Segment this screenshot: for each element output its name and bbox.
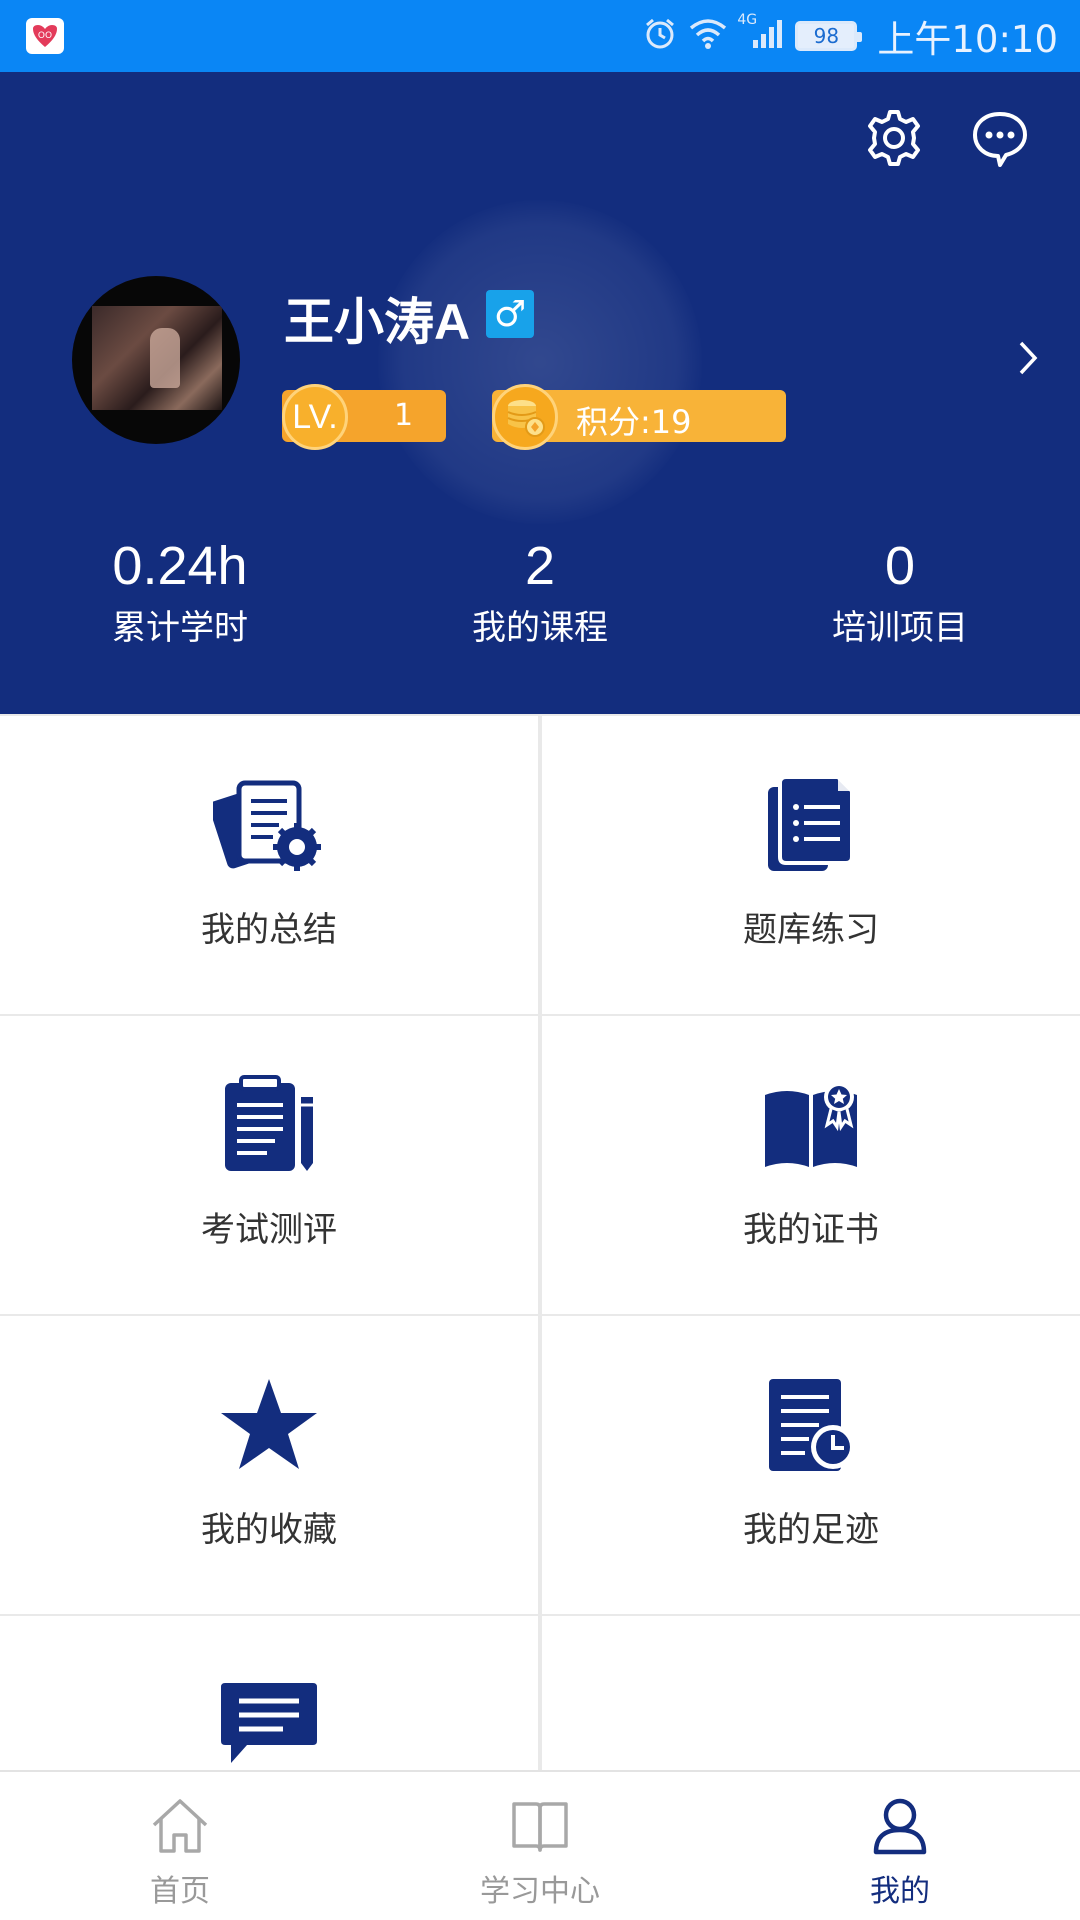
menu-item-question-bank[interactable]: 题库练习 — [542, 716, 1080, 1014]
chevron-right-icon — [1019, 341, 1038, 375]
stat-study-hours[interactable]: 0.24h 累计学时 — [30, 534, 330, 652]
svg-text:OO: OO — [38, 31, 52, 41]
menu-item-label: 我的总结 — [201, 910, 337, 950]
coin-stack-icon — [492, 384, 558, 450]
gear-icon — [868, 110, 920, 166]
menu-item-certificate[interactable]: 我的证书 — [542, 1016, 1080, 1314]
menu-item-history[interactable]: 我的足迹 — [542, 1316, 1080, 1614]
stat-value: 0.24h — [112, 536, 248, 596]
summary-icon — [209, 770, 329, 880]
nav-label: 我的 — [870, 1874, 930, 1909]
header-decoration — [378, 200, 702, 524]
settings-button[interactable] — [862, 106, 926, 170]
level-indicator: LV. 1 — [282, 384, 446, 450]
user-name: 王小涛A — [284, 294, 471, 350]
menu-item-label: 考试测评 — [201, 1210, 337, 1250]
avatar-figure — [150, 328, 180, 388]
nav-item-me[interactable]: 我的 — [720, 1772, 1080, 1920]
question-bank-icon — [751, 770, 871, 880]
gender-male-icon: ♂ — [486, 290, 534, 338]
profile-detail-button[interactable] — [1012, 334, 1044, 382]
cellular-signal-icon: 4G — [737, 12, 783, 54]
battery-indicator: 98 — [795, 21, 863, 51]
menu-item-label: 我的足迹 — [743, 1510, 879, 1550]
chat-bubble-icon — [973, 112, 1027, 167]
points-label: 积分:19 — [576, 403, 692, 441]
menu-item-label: 我的收藏 — [201, 1510, 337, 1550]
stat-label: 我的课程 — [472, 608, 608, 648]
level-value: 1 — [394, 398, 414, 433]
bottom-navigation: 首页 学习中心 我的 — [0, 1770, 1080, 1920]
menu-grid: 我的总结 题库练习 考试测评 我的证书 我的收藏 我的足迹 — [0, 714, 1080, 1914]
messages-button[interactable] — [968, 106, 1032, 170]
home-icon — [148, 1794, 212, 1858]
stat-training-projects[interactable]: 0 培训项目 — [750, 534, 1050, 652]
wifi-icon — [689, 18, 727, 54]
app-notification-icon: OO — [26, 18, 64, 54]
status-time: 上午10:10 — [877, 18, 1058, 61]
nav-item-home[interactable]: 首页 — [0, 1772, 360, 1920]
profile-header: 王小涛A ♂ LV. 1 积分:19 0.24h 累计学时 2 我的课程 0 培… — [0, 72, 1080, 714]
nav-label: 首页 — [150, 1874, 210, 1909]
avatar[interactable] — [72, 276, 240, 444]
star-icon — [209, 1370, 329, 1480]
points-indicator: 积分:19 — [492, 384, 786, 450]
menu-item-summary[interactable]: 我的总结 — [0, 716, 538, 1014]
alarm-icon — [643, 17, 677, 55]
menu-item-label: 我的证书 — [743, 1210, 879, 1250]
chat-bubble-icon — [209, 1670, 329, 1780]
person-icon — [868, 1794, 932, 1858]
menu-item-exam[interactable]: 考试测评 — [0, 1016, 538, 1314]
stat-value: 0 — [884, 536, 916, 596]
stat-label: 培训项目 — [832, 608, 968, 648]
exam-clipboard-icon — [209, 1070, 329, 1180]
nav-item-learning-center[interactable]: 学习中心 — [360, 1772, 720, 1920]
history-document-icon — [751, 1370, 871, 1480]
status-indicators: 4G 98 上午10:10 — [643, 0, 1058, 72]
status-bar: OO 4G 98 上午10:10 — [0, 0, 1080, 72]
nav-label: 学习中心 — [480, 1874, 600, 1909]
certificate-book-icon — [751, 1070, 871, 1180]
level-badge: LV. — [282, 384, 348, 450]
stat-label: 累计学时 — [112, 608, 248, 648]
stat-value: 2 — [524, 536, 556, 596]
stat-my-courses[interactable]: 2 我的课程 — [390, 534, 690, 652]
menu-item-favorites[interactable]: 我的收藏 — [0, 1316, 538, 1614]
menu-item-label: 题库练习 — [743, 910, 879, 950]
book-icon — [508, 1794, 572, 1858]
